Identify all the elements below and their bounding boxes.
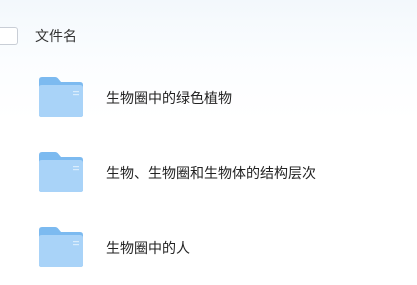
list-item[interactable]: 生物圈中的人	[0, 226, 417, 278]
column-header-filename[interactable]: 文件名	[35, 28, 77, 46]
file-name[interactable]: 生物圈中的绿色植物	[106, 90, 232, 108]
list-item[interactable]: 生物、生物圈和生物体的结构层次	[0, 151, 417, 203]
list-item[interactable]: 生物圈中的绿色植物	[0, 76, 417, 128]
folder-icon	[39, 77, 83, 117]
file-name[interactable]: 生物、生物圈和生物体的结构层次	[106, 165, 316, 183]
folder-icon	[39, 227, 83, 267]
list-header: 文件名	[0, 24, 417, 50]
file-name[interactable]: 生物圈中的人	[106, 240, 190, 258]
folder-icon	[39, 152, 83, 192]
select-all-checkbox[interactable]	[0, 27, 18, 45]
file-list-page: 文件名 生物圈中的绿色植物 生物、生物圈和生物体的结构层次 生物圈中的人	[0, 0, 417, 285]
